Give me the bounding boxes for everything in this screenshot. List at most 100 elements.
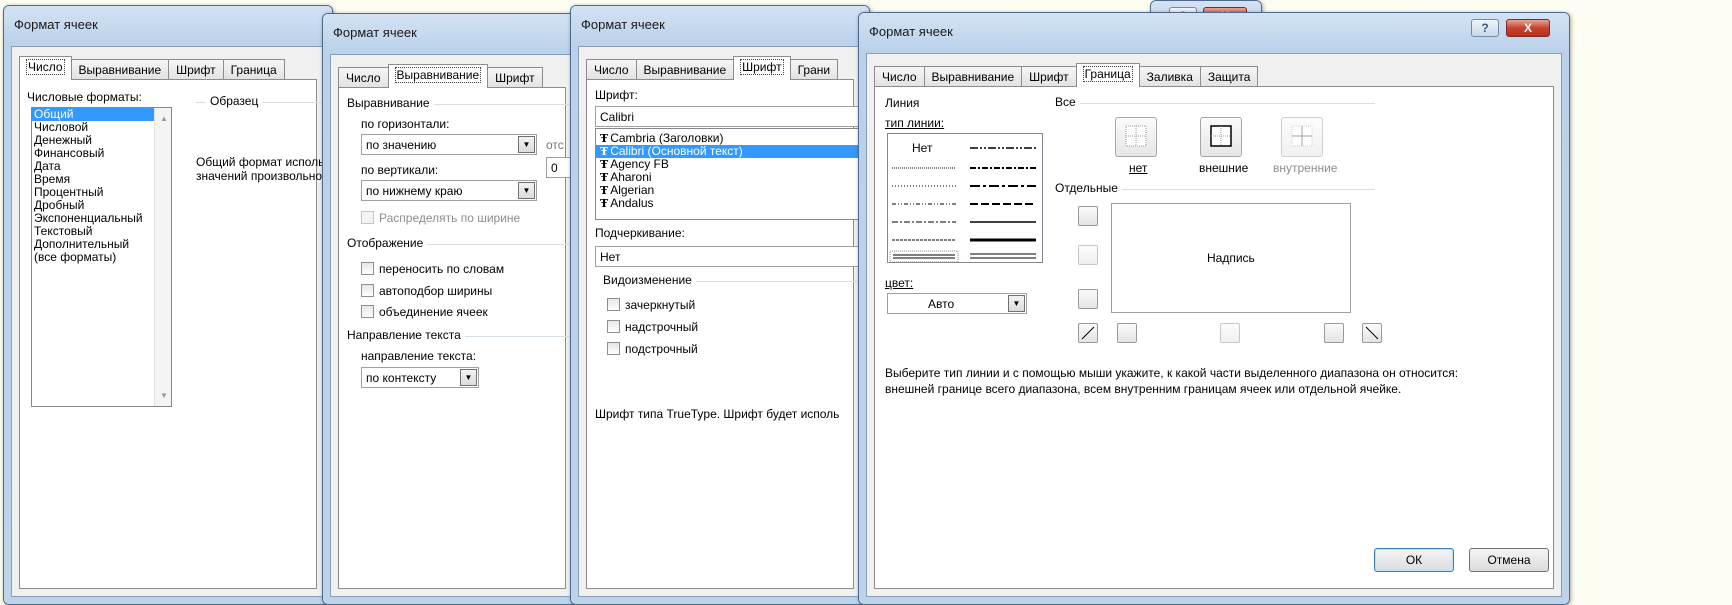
- group-label: Выравнивание: [347, 96, 434, 110]
- border-left-button[interactable]: [1117, 323, 1137, 343]
- tab-strip: Число Выравнивание Шрифт Граница Заливка Защи…: [874, 63, 1259, 87]
- tab-page-font: Шрифт: Calibri Ŧ Cambria (Заголовки) Ŧ Cal…: [586, 79, 861, 589]
- checkbox-label: подстрочный: [625, 342, 698, 356]
- tab-font[interactable]: Шрифт: [487, 67, 543, 88]
- border-top-button[interactable]: [1078, 206, 1098, 226]
- direction-label: направление текста:: [361, 349, 477, 363]
- dialog-client: Число Выравнивание Шрифт Граница Числовые ф…: [11, 46, 325, 597]
- superscript-checkbox[interactable]: надстрочный: [607, 320, 698, 334]
- dropdown-arrow-icon[interactable]: ▼: [1008, 295, 1025, 312]
- checkbox-label: переносить по словам: [379, 262, 505, 276]
- tab-page-alignment: Выравнивание по горизонтали: по значению…: [338, 87, 573, 589]
- format-cells-dialog-alignment: Формат ячеек Число Выравнивание Шрифт Выра…: [322, 13, 582, 605]
- preview-text: Надпись: [1207, 251, 1255, 265]
- tab-number[interactable]: Число: [19, 56, 72, 80]
- border-preview[interactable]: Надпись: [1111, 203, 1351, 313]
- checkbox-label: Распределять по ширине: [379, 211, 521, 225]
- list-item[interactable]: (все форматы): [32, 251, 171, 264]
- formats-label: Числовые форматы:: [27, 90, 142, 104]
- preset-inner-button[interactable]: [1281, 117, 1323, 157]
- tab-alignment[interactable]: Выравнивание: [635, 59, 735, 80]
- horizontal-select[interactable]: по значению ▼: [361, 134, 537, 155]
- dropdown-arrow-icon[interactable]: ▼: [518, 182, 535, 199]
- dialog-title: Формат ячеек: [333, 25, 417, 40]
- preset-none-label: нет: [1129, 161, 1148, 175]
- font-type-icon: Ŧ: [600, 184, 609, 197]
- strikethrough-checkbox[interactable]: зачеркнутый: [607, 298, 695, 312]
- tab-font[interactable]: Шрифт: [1021, 66, 1077, 87]
- border-preset-icon: [1291, 125, 1313, 147]
- dialog-client: Число Выравнивание Шрифт Граница Заливка Защи…: [866, 53, 1562, 597]
- underline-select[interactable]: Нет: [595, 246, 861, 267]
- format-description: значений произвольно: [196, 169, 323, 183]
- direction-select[interactable]: по контексту ▼: [361, 367, 479, 388]
- close-icon[interactable]: X: [1506, 19, 1550, 37]
- tab-fill[interactable]: Заливка: [1138, 66, 1201, 87]
- help-icon[interactable]: ?: [1471, 19, 1499, 37]
- border-middle-h-button[interactable]: [1078, 245, 1098, 265]
- border-preset-icon: [1210, 125, 1232, 147]
- tab-font[interactable]: Шрифт: [733, 56, 791, 80]
- tab-protection[interactable]: Защита: [1199, 66, 1259, 87]
- preset-none-button[interactable]: [1115, 117, 1157, 157]
- number-formats-list[interactable]: Общий Числовой Денежный Финансовый Дата …: [31, 107, 172, 407]
- border-diagonal-up-button[interactable]: [1078, 323, 1098, 343]
- checkbox-label: надстрочный: [625, 320, 699, 334]
- tab-page-border: Линия тип линии: Нет цвет: Авто ▼ Все не…: [874, 86, 1554, 589]
- scroll-up-icon[interactable]: ▲: [160, 114, 168, 123]
- wrap-text-checkbox[interactable]: переносить по словам: [361, 262, 504, 276]
- font-input[interactable]: Calibri: [595, 106, 861, 127]
- color-label: цвет:: [885, 276, 914, 290]
- tab-alignment[interactable]: Выравнивание: [70, 59, 170, 80]
- preset-outer-button[interactable]: [1200, 117, 1242, 157]
- select-value: Авто: [928, 297, 955, 311]
- tab-border[interactable]: Граница: [1075, 63, 1140, 87]
- tab-number[interactable]: Число: [586, 59, 637, 80]
- color-select[interactable]: Авто ▼: [887, 293, 1027, 314]
- group-label: Все: [1055, 95, 1080, 109]
- vertical-label: по вертикали:: [361, 163, 439, 177]
- font-label: Шрифт:: [595, 88, 638, 102]
- line-style-list[interactable]: Нет: [887, 133, 1043, 263]
- border-middle-v-button[interactable]: [1220, 323, 1240, 343]
- subscript-checkbox[interactable]: подстрочный: [607, 342, 698, 356]
- dropdown-arrow-icon[interactable]: ▼: [460, 369, 477, 386]
- tab-number[interactable]: Число: [874, 66, 925, 87]
- tab-font[interactable]: Шрифт: [168, 59, 224, 80]
- tab-number[interactable]: Число: [338, 67, 389, 88]
- tab-alignment[interactable]: Выравнивание: [387, 64, 489, 88]
- select-value: по значению: [366, 138, 437, 152]
- select-value: по нижнему краю: [366, 184, 463, 198]
- line-type-label: тип линии:: [885, 116, 945, 130]
- border-help-text: Выберите тип линии и с помощью мыши укаж…: [885, 366, 1459, 380]
- tab-border[interactable]: Грани: [789, 59, 839, 80]
- dropdown-arrow-icon[interactable]: ▼: [518, 136, 535, 153]
- tab-page-number: Числовые форматы: Общий Числовой Денежны…: [19, 79, 324, 589]
- vertical-select[interactable]: по нижнему краю ▼: [361, 180, 537, 201]
- tab-alignment[interactable]: Выравнивание: [923, 66, 1023, 87]
- border-diagonal-down-button[interactable]: [1362, 323, 1382, 343]
- diagonal-up-icon: [1081, 326, 1095, 340]
- underline-label: Подчеркивание:: [595, 226, 685, 240]
- border-right-button[interactable]: [1324, 323, 1344, 343]
- distribute-checkbox[interactable]: Распределять по ширине: [361, 211, 520, 225]
- dialog-title: Формат ячеек: [581, 17, 665, 32]
- autofit-checkbox[interactable]: автоподбор ширины: [361, 284, 492, 298]
- ok-button[interactable]: ОК: [1374, 548, 1454, 572]
- merge-cells-checkbox[interactable]: объединение ячеек: [361, 305, 488, 319]
- format-cells-dialog-number: Формат ячеек Число Выравнивание Шрифт Грани…: [3, 5, 333, 605]
- sample-label: Образец: [206, 94, 263, 108]
- dialog-title: Формат ячеек: [869, 24, 953, 39]
- tab-border[interactable]: Граница: [222, 59, 285, 80]
- cancel-button[interactable]: Отмена: [1469, 548, 1549, 572]
- scroll-down-icon[interactable]: ▼: [160, 391, 168, 400]
- checkbox-label: зачеркнутый: [625, 298, 696, 312]
- list-item[interactable]: Ŧ Andalus: [596, 197, 861, 211]
- line-styles[interactable]: [888, 134, 1043, 263]
- group-label: Отображение: [347, 236, 428, 250]
- scrollbar[interactable]: ▲ ▼: [154, 108, 171, 406]
- border-bottom-button[interactable]: [1078, 289, 1098, 309]
- font-list[interactable]: Ŧ Cambria (Заголовки) Ŧ Calibri (Основной …: [595, 128, 861, 220]
- dialog-client: Число Выравнивание Шрифт Грани Шрифт: Calib…: [578, 46, 862, 597]
- border-preset-icon: [1125, 125, 1147, 147]
